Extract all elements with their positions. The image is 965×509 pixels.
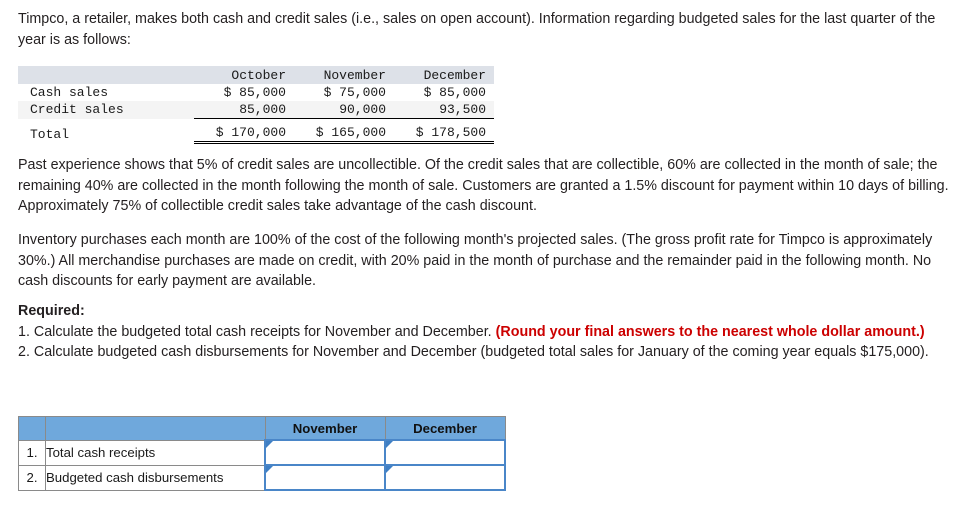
answer-header-december: December — [384, 416, 506, 441]
sales-header-november: November — [294, 66, 394, 84]
cell-corner-marker-icon — [266, 466, 273, 473]
cash-sales-november: $ 75,000 — [294, 84, 394, 101]
row-label-credit-sales: Credit sales — [18, 101, 194, 119]
inventory-terms-paragraph: Inventory purchases each month are 100% … — [18, 232, 933, 289]
answer-row-2-label: Budgeted cash disbursements — [45, 464, 266, 491]
budgeted-sales-table: October November December Cash sales $ 8… — [18, 66, 494, 144]
answer-row-1-label: Total cash receipts — [45, 439, 266, 466]
answer-header-number — [18, 416, 46, 441]
required-heading: Required: — [18, 303, 85, 319]
row-label-total: Total — [18, 122, 194, 143]
row-label-cash-sales: Cash sales — [18, 84, 194, 101]
intro-paragraph: Timpco, a retailer, makes both cash and … — [18, 11, 936, 48]
worksheet-page: Timpco, a retailer, makes both cash and … — [0, 0, 965, 509]
total-november: $ 165,000 — [294, 122, 394, 144]
table-row: Credit sales 85,000 90,000 93,500 — [18, 101, 494, 119]
input-total-cash-receipts-december[interactable] — [384, 439, 506, 466]
cell-corner-marker-icon — [386, 441, 393, 448]
answer-header-description — [45, 416, 266, 441]
required-section: Required: 1. Calculate the budgeted tota… — [18, 301, 948, 363]
total-october: $ 170,000 — [194, 122, 294, 144]
table-row: Cash sales $ 85,000 $ 75,000 $ 85,000 — [18, 84, 494, 101]
cash-sales-december: $ 85,000 — [394, 84, 494, 101]
answer-row-2-number: 2. — [18, 464, 46, 491]
credit-sales-november: 90,000 — [294, 101, 394, 119]
credit-terms-paragraph: Past experience shows that 5% of credit … — [18, 157, 949, 214]
required-item-1-rounding-note: (Round your final answers to the nearest… — [495, 323, 925, 340]
table-row: 2. Budgeted cash disbursements — [18, 464, 506, 491]
sales-header-october: October — [194, 66, 294, 84]
credit-sales-december: 93,500 — [394, 101, 494, 119]
input-budgeted-cash-disbursements-december[interactable] — [384, 464, 506, 491]
cell-corner-marker-icon — [266, 441, 273, 448]
sales-header-blank — [18, 66, 194, 84]
cash-sales-october: $ 85,000 — [194, 84, 294, 101]
table-row: Total $ 170,000 $ 165,000 $ 178,500 — [18, 122, 494, 144]
credit-sales-october: 85,000 — [194, 101, 294, 119]
table-row: 1. Total cash receipts — [18, 439, 506, 466]
total-december: $ 178,500 — [394, 122, 494, 144]
input-budgeted-cash-disbursements-november[interactable] — [264, 464, 386, 491]
answer-header-row: November December — [18, 416, 506, 441]
answer-row-1-number: 1. — [18, 439, 46, 466]
sales-header-row: October November December — [18, 66, 494, 84]
answer-header-november: November — [264, 416, 386, 441]
required-item-1-text: 1. Calculate the budgeted total cash rec… — [18, 323, 492, 340]
input-total-cash-receipts-november[interactable] — [264, 439, 386, 466]
sales-header-december: December — [394, 66, 494, 84]
required-item-2-text: 2. Calculate budgeted cash disbursements… — [18, 344, 929, 360]
answer-entry-table: November December 1. Total cash receipts — [18, 416, 506, 491]
cell-corner-marker-icon — [386, 466, 393, 473]
